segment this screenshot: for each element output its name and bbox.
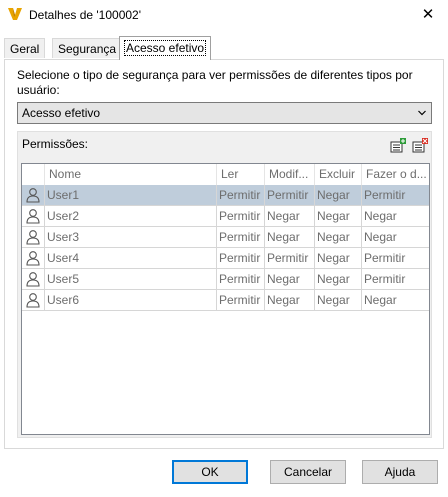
user-icon-cell <box>22 248 45 268</box>
remove-user-icon[interactable] <box>412 137 429 154</box>
permission-value-cell: Negar <box>265 227 315 247</box>
column-header-ler[interactable]: Ler <box>217 164 265 185</box>
permission-value-cell: Negar <box>364 209 397 223</box>
user-name-cell: User5 <box>45 269 217 289</box>
tab-label: Segurança <box>58 42 117 56</box>
tab-geral[interactable]: Geral <box>4 38 46 58</box>
security-type-description: Selecione o tipo de segurança para ver p… <box>17 68 413 97</box>
tab-label: Geral <box>10 42 40 56</box>
permission-value-cell: Negar <box>315 206 362 226</box>
table-row[interactable]: User3 Permitir Negar Negar Negar <box>22 227 429 248</box>
permission-value-cell: Permitir <box>217 269 265 289</box>
permission-value-cell: Permitir <box>265 185 315 205</box>
user-icon-cell <box>22 206 45 226</box>
tab-seguranca[interactable]: Segurança <box>52 38 123 58</box>
user-name-cell: User4 <box>45 248 217 268</box>
user-icon-cell <box>22 227 45 247</box>
user-name-cell: User6 <box>45 290 217 310</box>
permissions-label: Permissões: <box>22 137 89 151</box>
tab-label: Acesso efetivo <box>123 40 207 56</box>
ok-button[interactable]: OK <box>172 460 248 484</box>
permission-value-cell: Negar <box>315 290 362 310</box>
permission-value-cell: Negar <box>315 185 362 205</box>
title-bar: Detalhes de '100002' ✕ <box>0 0 448 30</box>
permission-value-cell: Negar <box>315 269 362 289</box>
user-name-cell: User2 <box>45 206 217 226</box>
column-header-nome[interactable]: Nome <box>45 164 217 185</box>
permission-value-cell: Permitir <box>364 188 406 202</box>
permission-value-cell: Negar <box>364 230 397 244</box>
window-title: Detalhes de '100002' <box>29 8 142 22</box>
table-row[interactable]: User1 Permitir Permitir Negar Permitir <box>22 185 429 206</box>
table-row[interactable]: User4 Permitir Permitir Negar Permitir <box>22 248 429 269</box>
column-header-excluir[interactable]: Excluir <box>315 164 362 185</box>
user-icon-cell <box>22 185 45 205</box>
user-icon <box>25 292 41 308</box>
user-icon-cell <box>22 269 45 289</box>
add-user-icon[interactable] <box>390 137 407 154</box>
user-icon <box>25 271 41 287</box>
table-header: Nome Ler Modif... Excluir Fazer o d... <box>22 164 429 186</box>
permission-value-cell: Permitir <box>217 290 265 310</box>
vault-logo-icon <box>8 8 22 20</box>
permissions-table[interactable]: Nome Ler Modif... Excluir Fazer o d... U… <box>21 163 430 435</box>
column-header-fazer[interactable]: Fazer o d... <box>362 164 429 185</box>
close-button[interactable]: ✕ <box>408 0 448 30</box>
permission-value-cell: Permitir <box>217 206 265 226</box>
cancel-button[interactable]: Cancelar <box>270 460 346 484</box>
user-icon <box>25 229 41 245</box>
user-icon-cell <box>22 290 45 310</box>
table-row[interactable]: User5 Permitir Negar Negar Permitir <box>22 269 429 290</box>
chevron-down-icon <box>418 110 426 116</box>
column-header-modificar[interactable]: Modif... <box>265 164 315 185</box>
security-type-dropdown[interactable]: Acesso efetivo <box>17 102 432 124</box>
user-icon <box>25 208 41 224</box>
permission-value-cell: Negar <box>364 293 397 307</box>
permission-value-cell: Permitir <box>217 227 265 247</box>
permission-value-cell: Permitir <box>217 185 265 205</box>
permission-value-cell: Negar <box>265 290 315 310</box>
table-row[interactable]: User6 Permitir Negar Negar Negar <box>22 290 429 311</box>
tab-acesso-efetivo[interactable]: Acesso efetivo <box>119 36 212 60</box>
user-icon <box>25 250 41 266</box>
permission-value-cell: Negar <box>265 269 315 289</box>
header-icon-cell <box>22 164 45 185</box>
permission-value-cell: Permitir <box>364 251 406 265</box>
permission-value-cell: Negar <box>315 248 362 268</box>
permission-value-cell: Negar <box>315 227 362 247</box>
permission-value-cell: Permitir <box>364 272 406 286</box>
permission-value-cell: Negar <box>265 206 315 226</box>
permission-value-cell: Permitir <box>265 248 315 268</box>
help-button[interactable]: Ajuda <box>362 460 438 484</box>
table-row[interactable]: User2 Permitir Negar Negar Negar <box>22 206 429 227</box>
permission-value-cell: Permitir <box>217 248 265 268</box>
user-name-cell: User1 <box>45 185 217 205</box>
user-icon <box>25 187 41 203</box>
user-name-cell: User3 <box>45 227 217 247</box>
dropdown-value: Acesso efetivo <box>22 106 101 120</box>
